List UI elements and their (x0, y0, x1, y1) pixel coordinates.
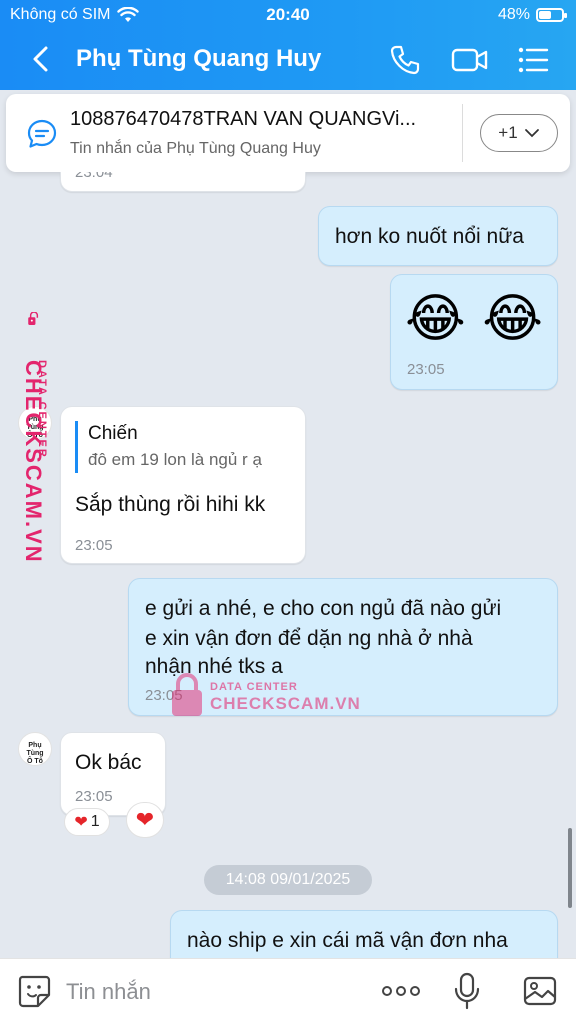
message-time: 23:04 (75, 172, 113, 181)
chat-title[interactable]: Phụ Tùng Quang Huy (76, 45, 321, 73)
chat-bubble-icon (27, 119, 57, 148)
message-bubble-partial[interactable]: 23:04 (60, 172, 306, 192)
message-bubble-outgoing[interactable]: 😂 😂 23:05 (390, 274, 558, 390)
watermark-subtext: DATA CENTER (36, 360, 48, 459)
video-call-icon[interactable] (450, 43, 490, 77)
nav-row: Phụ Tùng Quang Huy (0, 40, 576, 80)
reply-sender-name: Chiến (88, 423, 138, 444)
message-text: Sắp thùng rồi hihi kk (75, 493, 266, 516)
message-text: nào ship e xin cái mã vận đơn nha (187, 929, 508, 952)
message-bubble-incoming[interactable]: Chiến đô em 19 lon là ngủ r ạ Sắp thùng … (60, 406, 306, 564)
battery-percent: 48% (497, 6, 530, 23)
pinned-title: 108876470478TRAN VAN QUANGVi... (70, 108, 417, 130)
phone-call-icon[interactable] (388, 43, 422, 77)
heart-icon: ❤ (74, 814, 88, 831)
more-options-icon[interactable] (380, 977, 422, 1005)
back-arrow-icon[interactable] (26, 44, 56, 74)
status-bar: Không có SIM 20:40 48% (0, 0, 576, 30)
more-pinned-button[interactable]: +1 (480, 114, 558, 152)
message-input-bar (0, 958, 576, 1024)
chevron-down-icon (524, 129, 539, 138)
reaction-summary[interactable]: ❤ 1 (64, 808, 110, 836)
message-time: 23:05 (407, 361, 445, 378)
react-heart-button[interactable]: ❤ (126, 802, 164, 838)
message-time: 23:05 (75, 537, 113, 554)
watermark-subtext: DATA CENTER (210, 681, 298, 693)
reply-quote[interactable]: Chiến đô em 19 lon là ngủ r ạ (75, 421, 262, 473)
sticker-icon[interactable] (16, 973, 52, 1009)
more-pinned-label: +1 (498, 123, 518, 142)
image-gallery-icon[interactable] (522, 973, 558, 1009)
pinned-message-banner[interactable]: 108876470478TRAN VAN QUANGVi... Tin nhắn… (6, 94, 570, 172)
chat-header: Không có SIM 20:40 48% Phụ Tùng Quang Hu… (0, 0, 576, 90)
avatar-line: Ô Tô (27, 758, 43, 765)
reply-quoted-text: đô em 19 lon là ngủ r ạ (88, 450, 262, 469)
message-text-line: e gửi a nhé, e cho con ngủ đã nào gửi (145, 597, 502, 620)
reaction-count: 1 (90, 813, 100, 830)
avatar[interactable]: Phụ Tùng Ô Tô (18, 732, 52, 766)
microphone-icon[interactable] (452, 971, 482, 1011)
avatar-logo-text: Phụ Tùng Ô Tô (19, 742, 51, 765)
avatar-line: Phụ Tùng (26, 742, 44, 757)
scrollbar[interactable] (568, 828, 572, 908)
date-separator: 14:08 09/01/2025 (204, 865, 372, 895)
divider (462, 104, 463, 162)
emoji-tears-of-joy: 😂 😂 (405, 289, 544, 349)
clock: 20:40 (266, 5, 310, 24)
message-text: hơn ko nuốt nổi nữa (335, 225, 524, 248)
message-time: 23:05 (75, 788, 113, 805)
battery-level (539, 11, 551, 19)
message-bubble-outgoing[interactable]: hơn ko nuốt nổi nữa (318, 206, 558, 266)
message-text: Ok bác (75, 751, 142, 774)
message-input[interactable] (66, 975, 356, 1009)
watermark-text: CHECKSCAM.VN (210, 694, 361, 713)
heart-icon: ❤ (135, 807, 155, 832)
battery-icon (536, 8, 567, 22)
options-menu-icon[interactable] (516, 44, 550, 76)
pinned-subtitle: Tin nhắn của Phụ Tùng Quang Huy (70, 140, 321, 157)
